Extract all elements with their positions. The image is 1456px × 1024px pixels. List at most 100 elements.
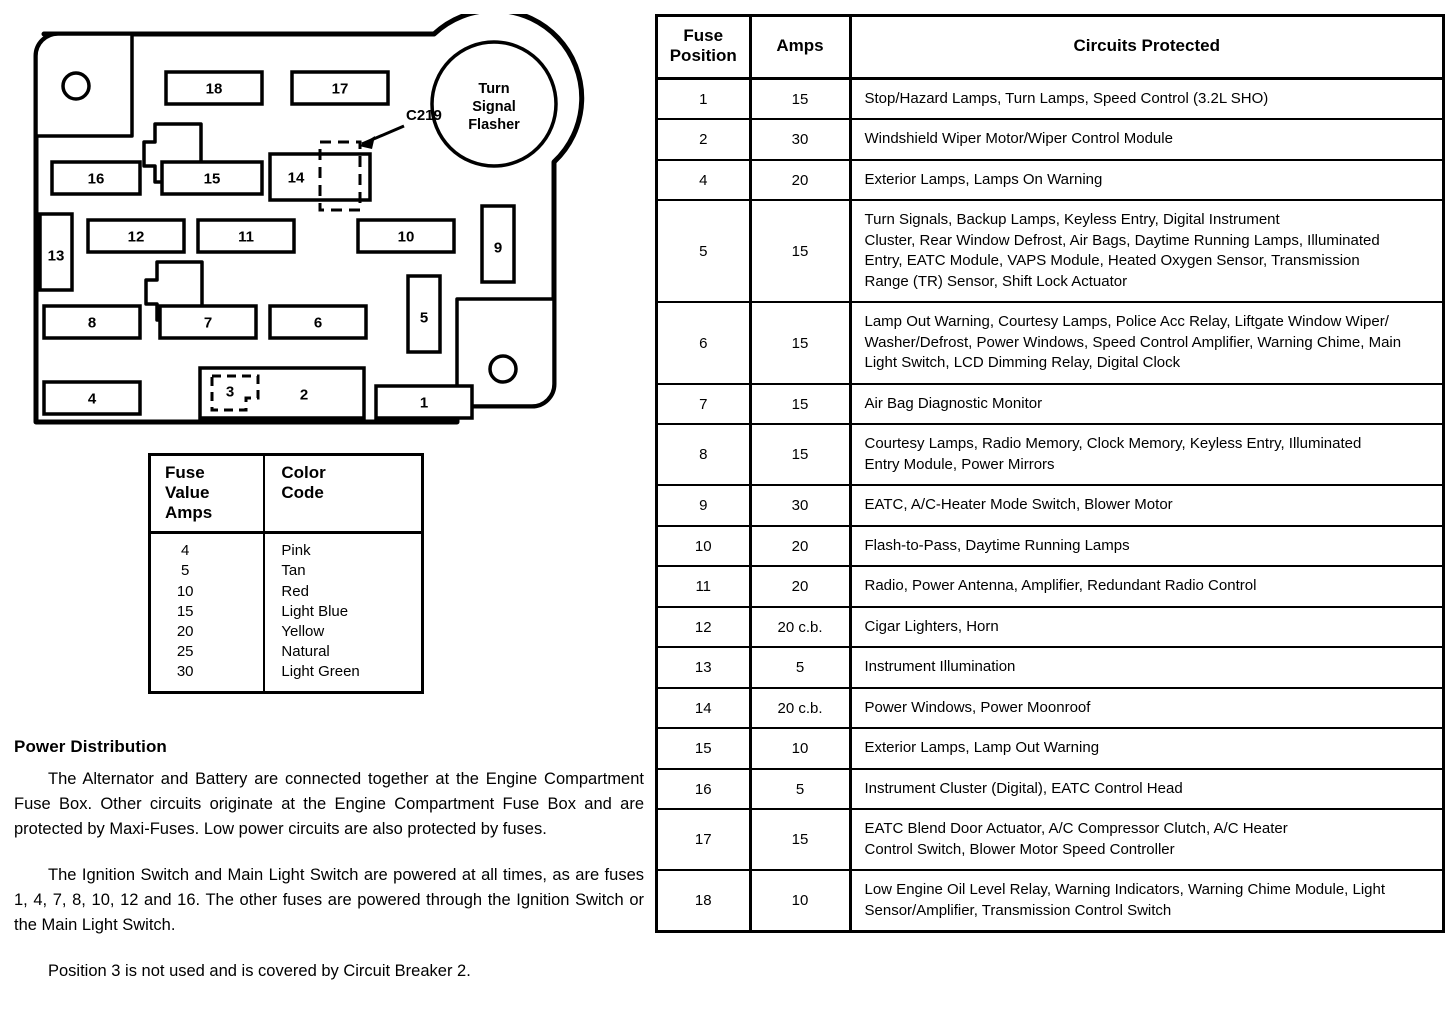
cc-head-color-line-2: Code — [281, 483, 324, 503]
fuse-slot-3-label: 3 — [226, 384, 234, 401]
fuse-table-row: 15 10 Exterior Lamps, Lamp Out Warning — [658, 728, 1442, 770]
fuse-color-code-table: Fuse Value Amps Color Code 4 Pink 5 Tan … — [148, 453, 424, 694]
color-code-amps: 30 — [176, 663, 194, 681]
fuse-position-cell: 12 — [658, 606, 750, 649]
color-code-amps: 5 — [181, 562, 190, 580]
fuse-table-row: 6 15 Lamp Out Warning, Courtesy Lamps, Pol… — [658, 302, 1442, 385]
fuse-table-row: 5 15 Turn Signals, Backup Lamps, Keyless E… — [658, 200, 1442, 304]
circuit-line: EATC, A/C-Heater Mode Switch, Blower Mot… — [864, 496, 1173, 514]
fuse-slot-16[interactable]: 16 — [50, 160, 142, 196]
fuse-position-cell: 8 — [658, 424, 750, 487]
fuse-slot-6-label: 6 — [314, 315, 322, 332]
flasher-label-line-2: Signal — [472, 99, 516, 115]
fuse-table-row: 1 15 Stop/Hazard Lamps, Turn Lamps, Speed … — [658, 78, 1442, 121]
fuse-slot-6[interactable]: 6 — [268, 304, 368, 340]
circuit-line: Washer/Defrost, Power Windows, Speed Con… — [864, 333, 1402, 351]
cc-head-amps-line-1: Fuse — [165, 463, 205, 482]
circuit-line: Sensor/Amplifier, Transmission Control S… — [864, 901, 1172, 919]
fuse-amps-cell: 10 — [748, 870, 850, 931]
color-code-amps: 4 — [181, 542, 190, 560]
fuse-slot-15[interactable]: 15 — [160, 160, 264, 196]
fuse-table-row: 16 5 Instrument Cluster (Digital), EATC Co… — [658, 768, 1442, 811]
circuit-line: Entry Module, Power Mirrors — [864, 455, 1055, 473]
fuse-amps-cell: 10 — [748, 728, 850, 770]
fuse-slot-4[interactable]: 4 — [42, 380, 142, 416]
circuit-line: Turn Signals, Backup Lamps, Keyless Entr… — [864, 211, 1280, 229]
fuse-circuits-cell: Instrument Illumination — [848, 647, 1442, 689]
fuse-position-cell: 16 — [658, 768, 750, 811]
fuse-circuits-cell: Turn Signals, Backup Lamps, Keyless Entr… — [848, 200, 1442, 304]
fuse-slot-13[interactable]: 13 — [38, 212, 74, 292]
fuse-circuits-cell: EATC, A/C-Heater Mode Switch, Blower Mot… — [848, 485, 1442, 527]
fuse-chart: Fuse Position Amps Circuits Protected 11… — [655, 14, 1445, 934]
color-code-color: Light Green — [263, 662, 421, 691]
circuit-line: Stop/Hazard Lamps, Turn Lamps, Speed Con… — [864, 89, 1269, 107]
circuit-line: Cigar Lighters, Horn — [864, 617, 999, 635]
fuse-circuits-cell: Lamp Out Warning, Courtesy Lamps, Police… — [848, 302, 1442, 385]
color-code-row: 5 Tan — [151, 561, 421, 582]
fuse-amps-cell: 15 — [748, 424, 850, 487]
cc-head-amps-line-3: Amps — [165, 503, 213, 523]
color-code-row: 25 Natural — [151, 642, 421, 663]
fuse-circuits-cell: Courtesy Lamps, Radio Memory, Clock Memo… — [848, 424, 1442, 487]
header-position-line-1: Fuse — [683, 26, 724, 45]
fuse-table-body: 1 15 Stop/Hazard Lamps, Turn Lamps, Speed … — [658, 78, 1442, 931]
circuit-line: Lamp Out Warning, Courtesy Lamps, Police… — [864, 313, 1389, 331]
fuse-slot-10[interactable]: 10 — [356, 218, 456, 254]
fuse-slot-14-label: 14 — [288, 170, 305, 187]
fuse-circuits-cell: Windshield Wiper Motor/Wiper Control Mod… — [848, 119, 1442, 161]
fuse-slot-5[interactable]: 5 — [406, 274, 442, 354]
fuse-position-cell: 14 — [658, 687, 750, 730]
flasher-label-line-1: Turn — [478, 81, 509, 97]
fuse-position-cell: 6 — [658, 302, 750, 385]
fuse-slot-9[interactable]: 9 — [480, 204, 516, 284]
fuse-slot-11[interactable]: 11 — [196, 218, 296, 254]
fuse-slot-10-label: 10 — [398, 229, 415, 246]
color-code-amps: 10 — [176, 582, 194, 600]
mounting-hole-top-left — [61, 71, 91, 101]
fuse-table-row: 4 20 Exterior Lamps, Lamps On Warning — [658, 159, 1442, 202]
fuse-slot-4-label: 4 — [88, 391, 97, 408]
fuse-position-cell: 1 — [658, 78, 750, 121]
color-code-row: 10 Red — [151, 581, 421, 602]
fuse-circuits-cell: Air Bag Diagnostic Monitor — [848, 383, 1442, 426]
fuse-slot-17-label: 17 — [332, 81, 349, 98]
fuse-amps-cell: 20 — [748, 525, 850, 568]
fuse-circuits-cell: Exterior Lamps, Lamp Out Warning — [848, 728, 1442, 770]
fuse-circuits-cell: Stop/Hazard Lamps, Turn Lamps, Speed Con… — [848, 78, 1442, 121]
circuit-line: Control Switch, Blower Motor Speed Contr… — [864, 840, 1175, 858]
color-code-row: 4 Pink — [151, 532, 421, 562]
power-distribution-paragraph-2: The Ignition Switch and Main Light Switc… — [14, 866, 644, 934]
fuse-slot-18[interactable]: 18 — [164, 70, 264, 106]
fuse-slot-12[interactable]: 12 — [86, 218, 186, 254]
fuse-slot-17[interactable]: 17 — [290, 70, 390, 106]
color-code-amps: 20 — [176, 622, 194, 640]
fuse-slot-7[interactable]: 7 — [158, 304, 258, 340]
circuit-line: Light Switch, LCD Dimming Relay, Digital… — [864, 354, 1181, 372]
fuse-circuits-cell: Flash-to-Pass, Daytime Running Lamps — [848, 525, 1442, 568]
fuse-slot-15-label: 15 — [204, 171, 221, 188]
fuse-table-row: 10 20 Flash-to-Pass, Daytime Running Lamps — [658, 525, 1442, 568]
fuse-table-row: 18 10 Low Engine Oil Level Relay, Warning … — [658, 870, 1442, 931]
connector-c219-label: C219 — [406, 107, 442, 124]
color-code-header-row: Fuse Value Amps Color Code — [151, 456, 421, 535]
fuse-slot-1-label: 1 — [420, 395, 428, 412]
fuse-circuits-cell: Radio, Power Antenna, Amplifier, Redunda… — [848, 566, 1442, 608]
fuse-amps-cell: 5 — [748, 647, 850, 689]
fusebox-diagram: Turn Signal Flasher 18 17 16 15 14 C219 … — [14, 14, 614, 444]
fuse-position-cell: 18 — [694, 892, 712, 910]
fuse-slot-5-label: 5 — [420, 310, 428, 327]
color-code-header-amps: Fuse Value Amps — [151, 456, 265, 535]
fuse-slot-8[interactable]: 8 — [42, 304, 142, 340]
fuse-table-header-amps: Amps — [748, 17, 850, 80]
circuit-line: Power Windows, Power Moonroof — [864, 698, 1091, 716]
fuse-slot-9-label: 9 — [494, 240, 502, 257]
fuse-slot-1[interactable]: 1 — [374, 384, 474, 420]
fuse-circuits-cell: Low Engine Oil Level Relay, Warning Indi… — [848, 870, 1442, 931]
circuit-line: Range (TR) Sensor, Shift Lock Actuator — [864, 272, 1128, 290]
circuit-line: Flash-to-Pass, Daytime Running Lamps — [864, 536, 1130, 554]
fuse-position-cell: 5 — [658, 200, 750, 304]
fuse-table-row: 14 20 c.b. Power Windows, Power Moonroof — [658, 687, 1442, 730]
fuse-table-row: 9 30 EATC, A/C-Heater Mode Switch, Blower … — [658, 485, 1442, 527]
fuse-position-cell: 10 — [658, 525, 750, 568]
